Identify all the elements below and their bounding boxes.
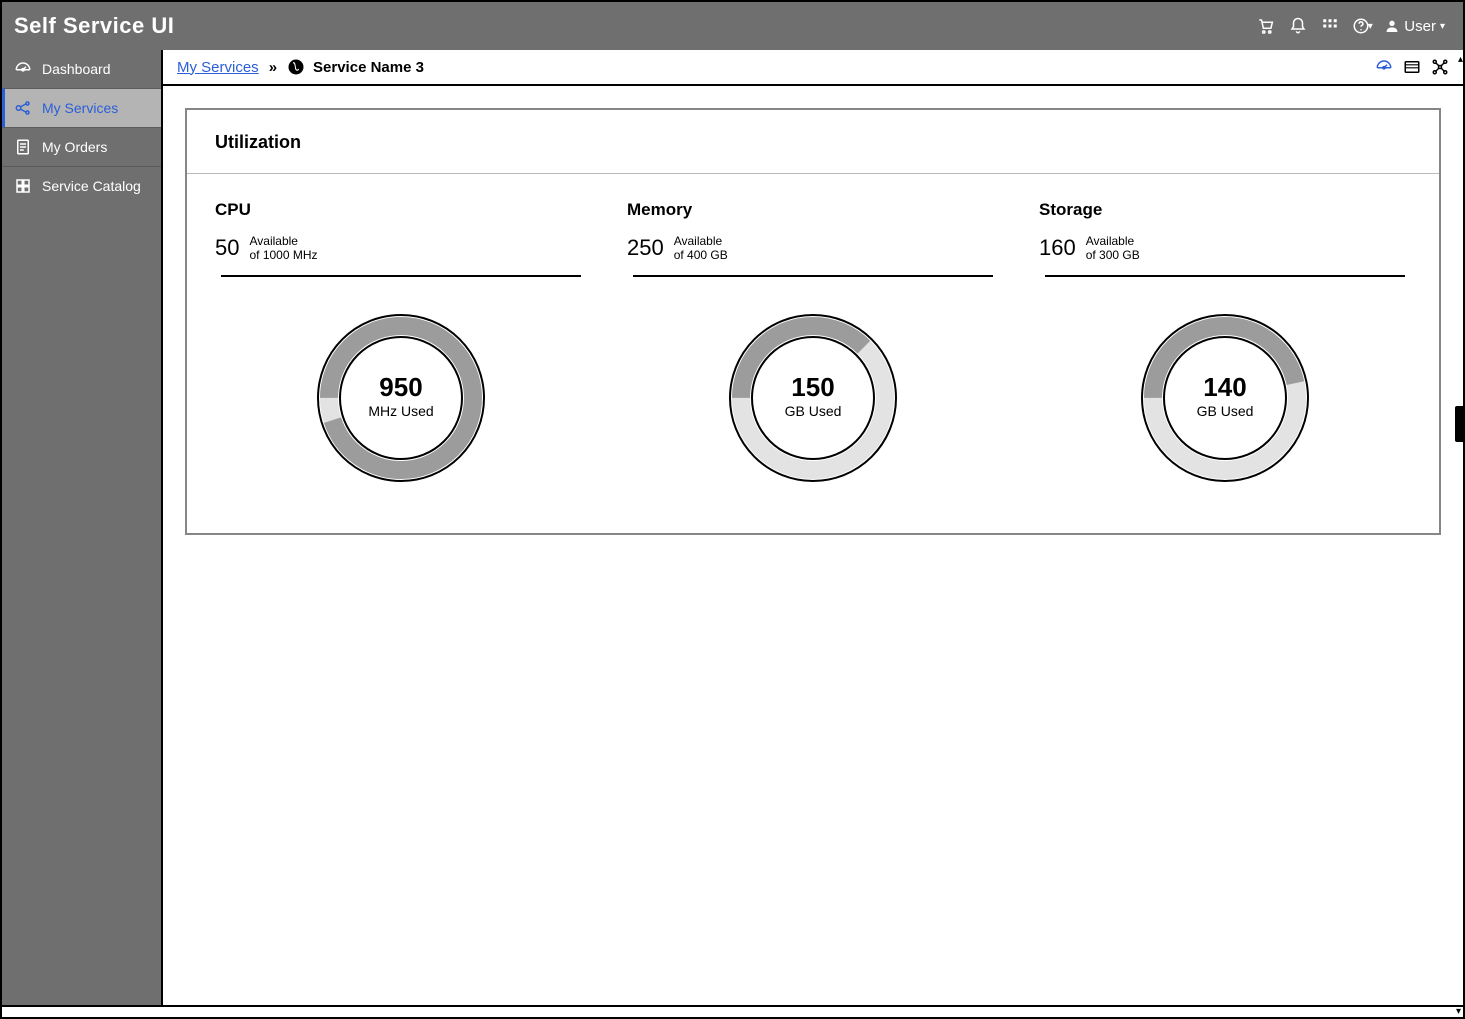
sidebar-item-service-catalog[interactable]: Service Catalog [2, 166, 161, 205]
available-label: Availableof 1000 MHz [249, 234, 317, 263]
services-icon [14, 99, 32, 117]
user-menu[interactable]: User ▾ [1378, 18, 1451, 35]
breadcrumb-current: Service Name 3 [313, 59, 424, 76]
content-area: Utilization CPU 50 Availableof 1000 MHz … [163, 86, 1463, 1017]
metric-memory: Memory 250 Availableof 400 GB 150 GB Use… [627, 200, 999, 493]
sidebar-item-label: My Orders [42, 139, 107, 155]
metric-available: 250 Availableof 400 GB [627, 234, 999, 263]
sidebar-item-label: My Services [42, 100, 118, 116]
svg-text:150: 150 [791, 372, 834, 402]
metric-storage: Storage 160 Availableof 300 GB 140 GB Us… [1039, 200, 1411, 493]
metric-divider [221, 275, 581, 277]
breadcrumb: My Services » Service Name 3 [163, 50, 1463, 86]
dashboard-view-icon[interactable] [1375, 58, 1393, 76]
metric-available: 50 Availableof 1000 MHz [215, 234, 587, 263]
available-value: 250 [627, 235, 664, 261]
donut-chart: 150 GB Used [627, 303, 999, 493]
metric-divider [633, 275, 993, 277]
sidebar: Dashboard My Services My Orders Service … [2, 50, 161, 1017]
sidebar-item-dashboard[interactable]: Dashboard [2, 50, 161, 88]
app-title: Self Service UI [14, 13, 174, 39]
user-label: User [1404, 18, 1436, 35]
utilization-panel: Utilization CPU 50 Availableof 1000 MHz … [185, 108, 1441, 535]
sidebar-item-label: Service Catalog [42, 178, 141, 194]
window-footer: ▾ [2, 1005, 1463, 1017]
svg-text:MHz Used: MHz Used [368, 403, 433, 419]
apps-icon[interactable] [1314, 10, 1346, 42]
top-navbar: Self Service UI ▾ User ▾ [2, 2, 1463, 50]
available-value: 50 [215, 235, 239, 261]
breadcrumb-parent-link[interactable]: My Services [177, 59, 259, 76]
breadcrumb-separator: » [269, 59, 277, 76]
metric-available: 160 Availableof 300 GB [1039, 234, 1411, 263]
bell-icon[interactable] [1282, 10, 1314, 42]
metric-divider [1045, 275, 1405, 277]
panel-divider [187, 173, 1439, 174]
orders-icon [14, 138, 32, 156]
service-type-icon [287, 58, 305, 76]
svg-text:140: 140 [1203, 372, 1246, 402]
help-icon[interactable]: ▾ [1346, 10, 1378, 42]
cart-icon[interactable] [1250, 10, 1282, 42]
metric-title: CPU [215, 200, 587, 220]
svg-text:GB Used: GB Used [1197, 403, 1254, 419]
sidebar-item-label: Dashboard [42, 61, 111, 77]
list-view-icon[interactable] [1403, 58, 1421, 76]
dashboard-icon [14, 60, 32, 78]
available-label: Availableof 400 GB [674, 234, 728, 263]
metric-title: Memory [627, 200, 999, 220]
svg-text:950: 950 [379, 372, 422, 402]
metric-title: Storage [1039, 200, 1411, 220]
sidebar-item-my-services[interactable]: My Services [2, 88, 161, 127]
sidebar-item-my-orders[interactable]: My Orders [2, 127, 161, 166]
metric-cpu: CPU 50 Availableof 1000 MHz 950 MHz Used [215, 200, 587, 493]
donut-chart: 140 GB Used [1039, 303, 1411, 493]
catalog-icon [14, 177, 32, 195]
svg-text:GB Used: GB Used [785, 403, 842, 419]
donut-chart: 950 MHz Used [215, 303, 587, 493]
topology-view-icon[interactable] [1431, 58, 1449, 76]
available-label: Availableof 300 GB [1086, 234, 1140, 263]
panel-title: Utilization [215, 132, 1411, 153]
available-value: 160 [1039, 235, 1076, 261]
